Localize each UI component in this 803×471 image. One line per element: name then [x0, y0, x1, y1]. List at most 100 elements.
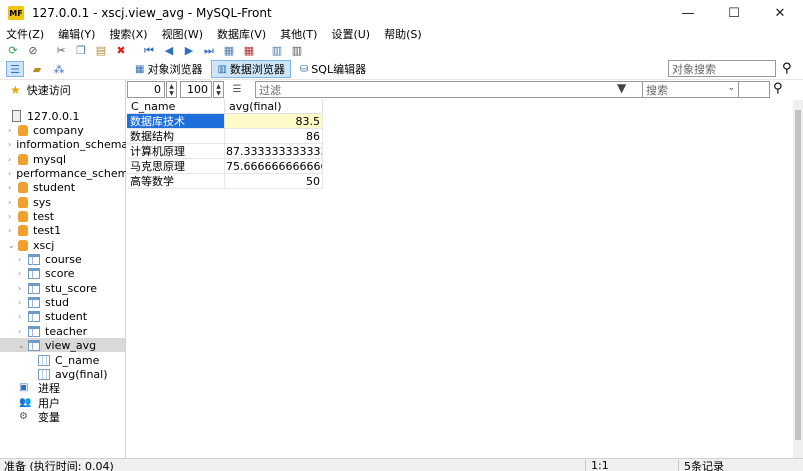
search-icon[interactable]: ⚲: [782, 61, 792, 76]
users-node[interactable]: 👥 用户: [19, 396, 60, 410]
cut-icon[interactable]: ✂: [54, 43, 68, 57]
grid-cell[interactable]: 计算机原理: [127, 144, 225, 159]
table-icon: [28, 325, 40, 337]
table-node-score[interactable]: › score: [18, 266, 126, 280]
menu-database[interactable]: 数据库(V): [217, 26, 266, 42]
delete-icon[interactable]: ✖: [114, 43, 128, 57]
object-search-input[interactable]: 对象搜索: [668, 60, 776, 77]
table-icon: [28, 296, 40, 308]
next-record-icon[interactable]: ▶: [182, 43, 196, 57]
grid-cell[interactable]: 数据结构: [127, 129, 225, 144]
processes-icon: ▣: [19, 382, 29, 393]
grid-cell[interactable]: 75.6666666666666: [225, 159, 323, 174]
menu-settings[interactable]: 设置(U): [331, 26, 370, 42]
grid-search-input[interactable]: 搜索: [642, 81, 770, 98]
variables-node[interactable]: ⚙ 变量: [19, 410, 60, 424]
chevron-down-icon: ⌄: [18, 340, 25, 350]
tab-data-browser[interactable]: ▥ 数据浏览器: [211, 60, 291, 78]
offset-stepper[interactable]: ▲ ▼: [166, 81, 177, 98]
filter-funnel-icon[interactable]: ▼: [617, 81, 626, 95]
grid-cell[interactable]: 数据库技术: [127, 114, 225, 129]
chevron-right-icon: ›: [8, 154, 12, 164]
column-header-avg-final[interactable]: avg(final): [225, 99, 323, 114]
menu-other[interactable]: 其他(T): [280, 26, 317, 42]
database-icon: [18, 153, 28, 165]
table-node-teacher[interactable]: › teacher: [18, 324, 126, 338]
copy-icon[interactable]: ❐: [74, 43, 88, 57]
table-row: 马克思原理 75.6666666666666: [127, 159, 323, 174]
db-node-test[interactable]: › test: [8, 209, 126, 223]
post-record-icon[interactable]: ▥: [270, 43, 284, 57]
quick-access-item[interactable]: ★ 快速访问: [10, 82, 71, 98]
db-node-student[interactable]: › student: [8, 180, 126, 194]
database-icon: [18, 239, 28, 251]
grid-cell[interactable]: 高等数学: [127, 174, 225, 189]
app-logo-icon: MF: [8, 6, 24, 20]
grid-cell[interactable]: 86: [225, 129, 323, 144]
cancel-record-icon[interactable]: ▥: [290, 43, 304, 57]
stop-icon[interactable]: ⊘: [26, 43, 40, 57]
server-node[interactable]: 127.0.0.1: [12, 109, 79, 123]
tab-object-browser[interactable]: ▦ 对象浏览器: [130, 60, 207, 78]
field-node-c-name[interactable]: C_name: [38, 353, 126, 367]
view-node-view-avg[interactable]: ⌄ view_avg: [0, 338, 125, 352]
db-node-mysql[interactable]: › mysql: [8, 152, 126, 166]
users-icon: 👥: [19, 397, 32, 408]
column-header-c-name[interactable]: C_name: [127, 99, 225, 114]
chevron-right-icon: ›: [18, 311, 22, 321]
menu-file[interactable]: 文件(Z): [6, 26, 44, 42]
menu-search[interactable]: 搜索(X): [109, 26, 147, 42]
menu-edit[interactable]: 编辑(Y): [58, 26, 95, 42]
data-browser-icon: ▥: [217, 63, 227, 75]
chevron-right-icon: ›: [8, 139, 12, 149]
first-record-icon[interactable]: ⏮: [142, 43, 156, 57]
processes-node[interactable]: ▣ 进程: [19, 381, 60, 395]
grid-cell[interactable]: 马克思原理: [127, 159, 225, 174]
menu-help[interactable]: 帮助(S): [384, 26, 422, 42]
last-record-icon[interactable]: ⏭: [202, 43, 216, 57]
maximize-button[interactable]: ☐: [711, 0, 757, 26]
minimize-button[interactable]: —: [665, 0, 711, 26]
table-node-course[interactable]: › course: [18, 252, 126, 266]
explorer-toggle-icon[interactable]: ⁂: [50, 61, 68, 77]
paste-icon[interactable]: ▤: [94, 43, 108, 57]
scrollbar-thumb[interactable]: [795, 110, 801, 440]
table-node-stu-score[interactable]: › stu_score: [18, 281, 126, 295]
cursor-position: 1:1: [591, 459, 609, 471]
table-row: 数据结构 86: [127, 129, 323, 144]
limit-stepper[interactable]: ▲ ▼: [213, 81, 224, 98]
insert-record-icon[interactable]: ▦: [222, 43, 236, 57]
apply-limit-icon[interactable]: ☰: [228, 81, 246, 98]
table-node-stud[interactable]: › stud: [18, 295, 126, 309]
menu-view[interactable]: 视图(W): [162, 26, 203, 42]
bookmarks-toggle-icon[interactable]: ▰: [28, 61, 46, 77]
db-node-performance-schema[interactable]: › performance_schema: [8, 166, 126, 180]
chevron-right-icon: ›: [8, 168, 12, 178]
previous-record-icon[interactable]: ◀: [162, 43, 176, 57]
grid-cell[interactable]: 83.5: [225, 114, 323, 129]
table-node-student[interactable]: › student: [18, 309, 126, 323]
delete-record-icon[interactable]: ▦: [242, 43, 256, 57]
grid-cell[interactable]: 50: [225, 174, 323, 189]
variables-icon: ⚙: [19, 411, 28, 422]
limit-input[interactable]: 100: [180, 81, 212, 98]
refresh-icon[interactable]: ⟳: [6, 43, 20, 57]
db-node-xscj[interactable]: ⌄ xscj: [8, 238, 126, 252]
offset-input[interactable]: 0: [127, 81, 165, 98]
search-icon[interactable]: ⚲: [773, 81, 783, 96]
grid-cell[interactable]: 87.3333333333333: [225, 144, 323, 159]
tab-sql-editor[interactable]: ⛁ SQL编辑器: [295, 60, 371, 78]
close-button[interactable]: ✕: [757, 0, 803, 26]
chevron-right-icon: ›: [8, 182, 12, 192]
db-node-test1[interactable]: › test1: [8, 223, 126, 237]
navigator-toggle-icon[interactable]: ☰: [6, 61, 24, 77]
field-node-avg-final[interactable]: avg(final): [38, 367, 126, 381]
db-node-company[interactable]: › company: [8, 123, 126, 137]
db-node-information-schema[interactable]: › information_schema: [8, 137, 126, 151]
vertical-scrollbar[interactable]: [793, 100, 803, 458]
window-controls: — ☐ ✕: [665, 0, 803, 26]
star-icon: ★: [10, 83, 21, 97]
database-icon: [18, 181, 28, 193]
db-node-sys[interactable]: › sys: [8, 195, 126, 209]
chevron-right-icon: ›: [18, 268, 22, 278]
